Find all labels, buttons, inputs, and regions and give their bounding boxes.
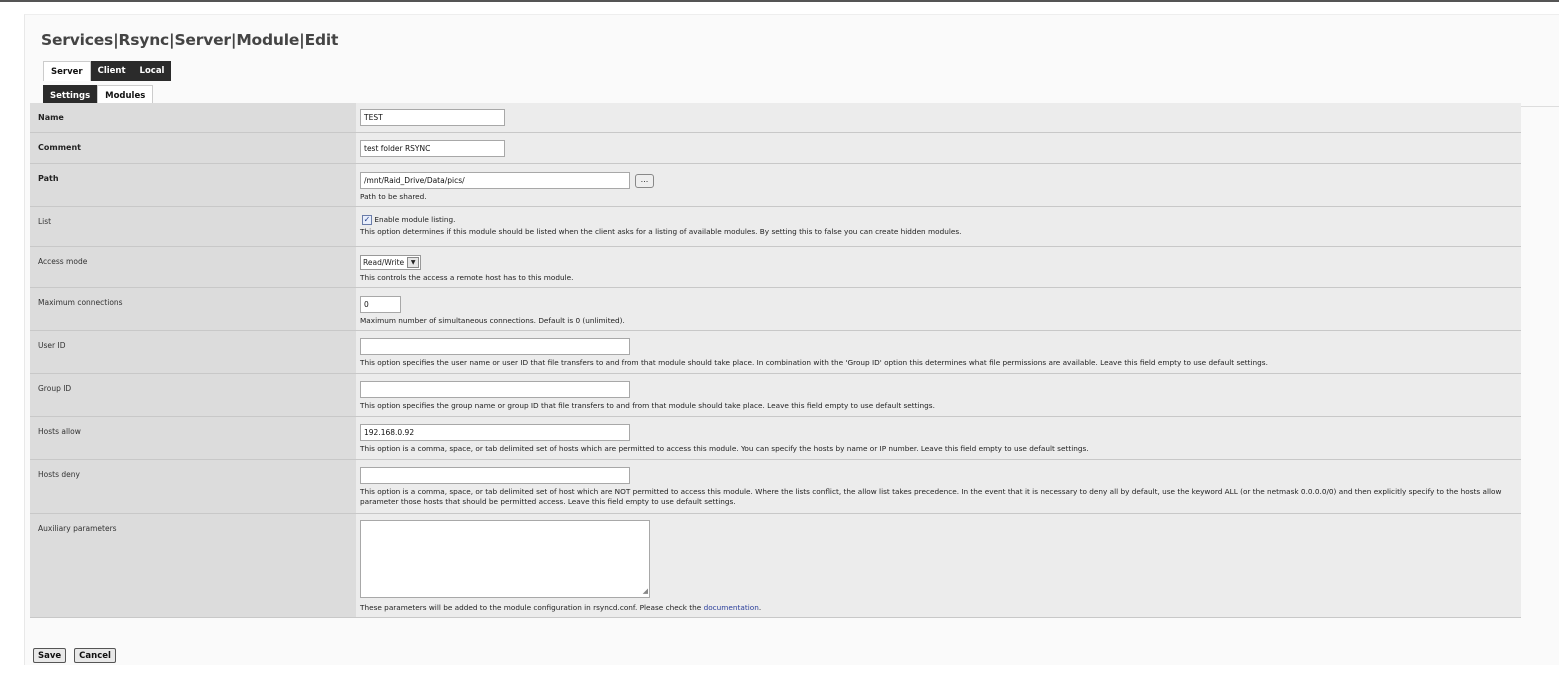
form-row-name: Name TEST: [30, 103, 1521, 133]
aux-params-label: Auxiliary parameters: [30, 514, 356, 617]
form-row-access-mode: Access mode Read/Write ▼ This controls th…: [30, 247, 1521, 288]
user-id-label: User ID: [30, 331, 356, 373]
primary-tabs: Server Client Local: [43, 61, 172, 81]
path-label: Path: [30, 164, 356, 206]
user-id-input[interactable]: [360, 338, 630, 355]
aux-params-description-text: These parameters will be added to the mo…: [360, 603, 704, 612]
save-button[interactable]: Save: [33, 648, 67, 663]
enable-listing-checkbox[interactable]: ✓: [362, 215, 372, 225]
name-input[interactable]: TEST: [360, 109, 505, 126]
form-row-comment: Comment test folder RSYNC: [30, 133, 1521, 164]
max-connections-input[interactable]: 0: [360, 296, 401, 313]
tab-server[interactable]: Server: [43, 61, 91, 81]
name-label: Name: [30, 103, 356, 132]
aux-params-textarea[interactable]: ◢: [360, 520, 650, 598]
form-row-group-id: Group ID This option specifies the group…: [30, 374, 1521, 417]
path-input[interactable]: /mnt/Raid_Drive/Data/pics/: [360, 172, 630, 189]
form-buttons: Save Cancel: [33, 648, 116, 663]
aux-params-description-end: .: [758, 603, 762, 612]
browse-button[interactable]: ...: [635, 173, 654, 188]
hosts-allow-input[interactable]: 192.168.0.92: [360, 424, 630, 441]
access-mode-value: Read/Write: [363, 257, 405, 267]
comment-input[interactable]: test folder RSYNC: [360, 140, 505, 157]
form-row-hosts-deny: Hosts deny This option is a comma, space…: [30, 460, 1521, 514]
group-id-input[interactable]: [360, 381, 630, 398]
form-row-max-connections: Maximum connections 0 Maximum number of …: [30, 288, 1521, 331]
enable-listing-label: Enable module listing.: [374, 215, 456, 224]
form-row-aux-params: Auxiliary parameters ◢ These parameters …: [30, 514, 1521, 618]
top-border: [0, 0, 1559, 2]
user-id-description: This option specifies the user name or u…: [360, 358, 1268, 367]
tab-client[interactable]: Client: [90, 61, 133, 81]
comment-label: Comment: [30, 133, 356, 163]
aux-params-description: These parameters will be added to the mo…: [360, 603, 1515, 613]
form-row-path: Path /mnt/Raid_Drive/Data/pics/... Path …: [30, 164, 1521, 207]
hosts-deny-input[interactable]: [360, 467, 630, 484]
cancel-button[interactable]: Cancel: [74, 648, 116, 663]
path-description: Path to be shared.: [360, 192, 427, 201]
max-connections-description: Maximum number of simultaneous connectio…: [360, 316, 625, 325]
group-id-label: Group ID: [30, 374, 356, 416]
hosts-deny-label: Hosts deny: [30, 460, 356, 513]
list-label: List: [30, 207, 356, 246]
hosts-allow-label: Hosts allow: [30, 417, 356, 459]
module-edit-form: Name TEST Comment test folder RSYNC Path…: [30, 103, 1521, 618]
form-row-user-id: User ID This option specifies the user n…: [30, 331, 1521, 374]
hosts-allow-description: This option is a comma, space, or tab de…: [360, 444, 1089, 453]
documentation-link[interactable]: documentation: [704, 603, 759, 612]
group-id-description: This option specifies the group name or …: [360, 401, 935, 410]
chevron-down-icon: ▼: [407, 257, 420, 268]
form-row-list: List ✓ Enable module listing. This optio…: [30, 207, 1521, 247]
tab-local[interactable]: Local: [132, 61, 172, 81]
access-mode-description: This controls the access a remote host h…: [360, 273, 574, 282]
page-title: Services|Rsync|Server|Module|Edit: [41, 31, 339, 49]
list-description: This option determines if this module sh…: [360, 227, 962, 236]
hosts-deny-description: This option is a comma, space, or tab de…: [360, 487, 1502, 506]
access-mode-select[interactable]: Read/Write ▼: [360, 255, 422, 270]
resize-grip-icon[interactable]: ◢: [643, 586, 648, 596]
max-connections-label: Maximum connections: [30, 288, 356, 330]
form-row-hosts-allow: Hosts allow 192.168.0.92 This option is …: [30, 417, 1521, 460]
access-mode-label: Access mode: [30, 247, 356, 287]
